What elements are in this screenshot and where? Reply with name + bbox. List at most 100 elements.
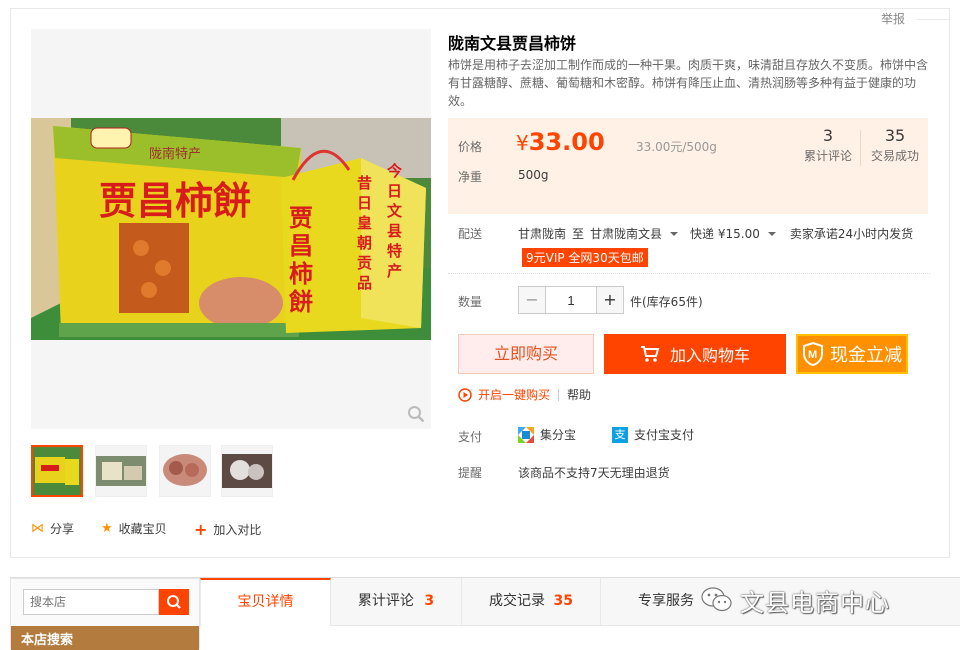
favorite-action[interactable]: ★ 收藏宝贝 [101, 520, 167, 537]
payment-label: 支付 [458, 430, 483, 444]
main-image-viewer[interactable]: 陇南特产 贾昌柿餅 贾 昌 柿 餅 昔日皇 朝贡品 今 日 文 县 特 产 [31, 29, 431, 429]
svg-text:柿: 柿 [289, 259, 313, 288]
product-photo: 陇南特产 贾昌柿餅 贾 昌 柿 餅 昔日皇 朝贡品 今 日 文 县 特 产 [31, 118, 431, 340]
vip-badge[interactable]: 9元VIP 全网30天包邮 [522, 248, 648, 267]
share-action[interactable]: ⋈ 分享 [31, 520, 74, 537]
review-count-stat[interactable]: 3 累计评论 [798, 126, 858, 164]
thumbnail-image [96, 446, 146, 496]
price-display: ¥33.00 [516, 128, 605, 156]
delivery-row: 配送 甘肃陇南 至 甘肃陇南文县 快递 ¥15.00 卖家承诺24小时内发货 [458, 225, 913, 242]
product-title: 陇南文县贾昌柿饼 [448, 34, 577, 53]
cash-discount-button[interactable]: M 现金立减 [796, 334, 908, 374]
report-link[interactable]: 举报 [881, 10, 905, 27]
plus-icon: + [194, 520, 208, 539]
review-count-label: 累计评论 [803, 149, 852, 163]
stock-info: 件(库存65件) [630, 295, 703, 309]
star-icon: ★ [101, 521, 113, 536]
svg-text:今: 今 [386, 162, 402, 180]
divider [558, 388, 560, 401]
currency-symbol: ¥ [516, 131, 529, 155]
svg-text:日: 日 [387, 182, 402, 200]
sales-count: 35 [884, 126, 906, 145]
help-link[interactable]: 帮助 [567, 386, 591, 403]
unit-price: 33.00元/500g [636, 140, 717, 154]
thumbnail-image [222, 446, 272, 496]
express-select[interactable]: 快递 ¥15.00 [690, 225, 784, 242]
ship-promise: 卖家承诺24小时内发货 [789, 227, 914, 241]
compare-label: 加入对比 [213, 523, 262, 537]
svg-text:朝: 朝 [357, 234, 372, 252]
price-label: 价格 [458, 140, 483, 154]
shop-search-button[interactable] [159, 589, 189, 615]
price-value: 33.00 [528, 128, 605, 156]
alipay-icon: 支 [612, 426, 628, 443]
magnifier-icon[interactable] [407, 405, 425, 423]
shop-search-category-title: 本店搜索 [11, 626, 199, 650]
payment-jifenbao: 集分宝 [518, 426, 576, 443]
shield-icon: M [803, 342, 823, 366]
tab-item-details[interactable]: 宝贝详情 [200, 578, 331, 626]
search-icon [167, 595, 181, 609]
chevron-down-icon [767, 231, 776, 236]
tab-reviews[interactable]: 累计评论 3 [331, 578, 462, 626]
chevron-down-icon [670, 231, 679, 236]
thumbnail-3[interactable] [159, 445, 211, 497]
tab-label: 成交记录 [489, 593, 546, 609]
tab-label: 累计评论 [357, 593, 414, 609]
one-click-link[interactable]: 开启一键购买 [478, 386, 550, 403]
sales-count-label: 交易成功 [870, 149, 919, 163]
express-fee: 快递 ¥15.00 [690, 227, 760, 241]
one-click-row: 开启一键购买 帮助 [458, 386, 591, 403]
thumbnail-image [160, 446, 210, 496]
tab-label: 专享服务 [638, 593, 694, 609]
watermark: 文县电商中心 [700, 580, 890, 620]
quantity-increase-button[interactable]: + [596, 286, 624, 314]
delivery-destination-select[interactable]: 甘肃陇南文县 [590, 225, 686, 242]
thumbnail-1[interactable] [31, 445, 83, 497]
box-logo-text: 陇南特产 [149, 146, 201, 162]
thumbnail-2[interactable] [95, 445, 147, 497]
svg-text:M: M [808, 349, 817, 361]
tab-label: 宝贝详情 [237, 594, 294, 610]
add-to-cart-label: 加入购物车 [669, 346, 750, 365]
svg-text:特: 特 [387, 242, 402, 260]
delivery-from: 甘肃陇南 [518, 227, 567, 241]
cash-discount-label: 现金立减 [830, 345, 902, 366]
thumbnail-4[interactable] [221, 445, 273, 497]
jifenbao-label: 集分宝 [540, 428, 577, 442]
tab-transactions[interactable]: 成交记录 35 [462, 578, 601, 626]
review-count: 3 [822, 126, 834, 145]
alipay-label: 支付宝支付 [634, 428, 695, 442]
svg-text:产: 产 [387, 262, 402, 280]
svg-text:贡: 贡 [357, 254, 372, 272]
svg-text:品: 品 [357, 274, 372, 292]
quantity-decrease-button[interactable]: − [518, 286, 546, 314]
watermark-text: 文县电商中心 [740, 588, 890, 617]
delivery-destination: 甘肃陇南文县 [590, 227, 663, 241]
divider [860, 130, 861, 166]
svg-text:日: 日 [357, 194, 372, 212]
divider [917, 19, 949, 20]
sales-count-stat[interactable]: 35 交易成功 [864, 126, 926, 164]
buy-now-button[interactable]: 立即购买 [458, 334, 594, 374]
price-panel: 价格 ¥33.00 33.00元/500g 净重 500g 3 累计评论 35 … [448, 118, 928, 214]
play-circle-icon [458, 387, 472, 402]
tab-count: 35 [553, 593, 573, 609]
product-description: 柿饼是用柿子去涩加工制作而成的一种干果。肉质干爽，味清甜且存放久不变质。柿饼中含… [448, 58, 929, 108]
shop-search-input[interactable] [23, 589, 159, 615]
tab-count: 3 [424, 593, 435, 609]
svg-text:昔: 昔 [357, 174, 372, 192]
quantity-input[interactable] [546, 286, 596, 314]
product-photo-art: 陇南特产 贾昌柿餅 贾 昌 柿 餅 昔日皇 朝贡品 今日文 县特产 [31, 118, 431, 340]
weight-value: 500g [518, 168, 549, 182]
share-label: 分享 [50, 522, 75, 536]
bag-title-text: 贾 [289, 203, 313, 232]
svg-text:昌: 昌 [289, 231, 313, 260]
add-to-cart-button[interactable]: 加入购物车 [604, 334, 786, 374]
compare-action[interactable]: + 加入对比 [194, 520, 261, 539]
cart-icon [640, 346, 660, 362]
thumbnail-image [33, 447, 81, 495]
reminder-text: 该商品不支持7天无理由退货 [518, 466, 670, 480]
svg-text:餅: 餅 [289, 287, 313, 316]
weight-label: 净重 [458, 170, 483, 184]
